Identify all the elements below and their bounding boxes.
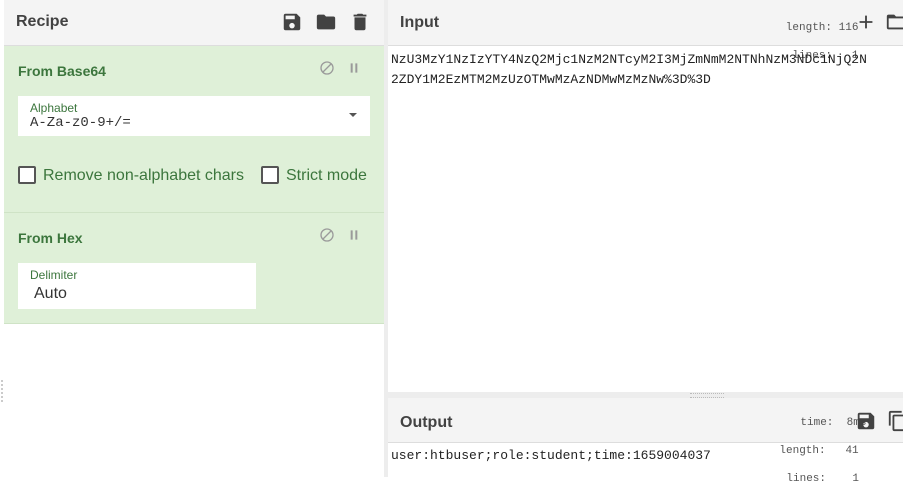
pause-icon	[350, 63, 358, 73]
folder-icon	[886, 14, 903, 30]
operation-title: From Base64	[18, 63, 106, 79]
grip-dot	[1, 380, 3, 382]
length-value: 41	[845, 445, 859, 457]
copy-icon	[888, 410, 903, 432]
recipe-header: Recipe	[4, 0, 384, 46]
grip-dot	[1, 400, 3, 402]
input-title: Input	[400, 14, 440, 31]
grip-dot	[1, 388, 3, 390]
input-line: NzU3MzY1NzIzYTY4NzQ2Mjc1NzM2NTcyM2I3MjZm…	[391, 52, 867, 67]
delimiter-value: Auto	[34, 285, 67, 302]
output-header: Output time: 8ms length: 41 lines: 1	[388, 398, 903, 485]
copy-output-button[interactable]	[887, 409, 903, 433]
add-input-tab-button[interactable]	[854, 10, 878, 34]
disable-icon	[320, 61, 334, 75]
operation-from-hex[interactable]: From Hex Delimiter Auto	[4, 213, 384, 324]
strict-mode-label[interactable]: Strict mode	[286, 167, 367, 185]
operation-title: From Hex	[18, 230, 83, 246]
open-file-button[interactable]	[885, 10, 903, 34]
output-textarea[interactable]: user:htbuser;role:student;time:165900403…	[391, 448, 711, 463]
folder-icon	[316, 14, 336, 30]
lines-label: lines:	[786, 473, 827, 485]
delimiter-label: Delimiter	[30, 268, 78, 282]
time-label: time:	[800, 417, 834, 429]
breakpoint-button[interactable]	[344, 225, 364, 245]
length-label: length:	[785, 22, 833, 34]
save-icon	[857, 412, 875, 430]
remove-non-alphabet-checkbox[interactable]	[18, 166, 36, 184]
grip-dot	[1, 384, 3, 386]
clear-recipe-button[interactable]	[348, 10, 372, 34]
recipe-title: Recipe	[16, 13, 69, 30]
alphabet-select[interactable]: Alphabet A-Za-z0-9+/=	[18, 96, 370, 136]
alphabet-value: A-Za-z0-9+/=	[30, 115, 131, 131]
disable-icon	[320, 228, 334, 242]
length-label: length:	[779, 445, 826, 457]
delimiter-select[interactable]: Delimiter Auto	[18, 263, 256, 309]
alphabet-label: Alphabet	[30, 101, 78, 115]
plus-icon	[859, 15, 873, 29]
input-line: 2ZDY1M2EzMTM2MzUzOTMwMzAzNDMwMzMzNw%3D%3…	[391, 72, 711, 87]
disable-operation-button[interactable]	[317, 58, 337, 78]
recipe-resize-handle[interactable]	[0, 378, 4, 414]
output-stats: time: 8ms length: 41 lines: 1	[753, 402, 866, 500]
operation-from-base64[interactable]: From Base64 Alphabet A-Za-z0-9+/= Remove…	[4, 46, 384, 213]
trash-icon	[353, 13, 367, 31]
grip-dot	[1, 392, 3, 394]
strict-mode-checkbox[interactable]	[261, 166, 279, 184]
save-output-button[interactable]	[854, 409, 878, 433]
disable-operation-button[interactable]	[317, 225, 337, 245]
output-title: Output	[400, 414, 453, 431]
grip-dot	[1, 396, 3, 398]
input-textarea[interactable]: NzU3MzY1NzIzYTY4NzQ2Mjc1NzM2NTcyM2I3MjZm…	[391, 50, 903, 90]
load-recipe-button[interactable]	[314, 10, 338, 34]
save-icon	[283, 13, 301, 31]
breakpoint-button[interactable]	[344, 58, 364, 78]
lines-value: 1	[852, 473, 860, 485]
remove-non-alphabet-label[interactable]: Remove non-alphabet chars	[43, 167, 244, 185]
input-header: Input length: 116 lines: 1	[388, 0, 903, 62]
save-recipe-button[interactable]	[280, 10, 304, 34]
pause-icon	[350, 230, 358, 240]
dropdown-caret-icon	[349, 113, 357, 117]
